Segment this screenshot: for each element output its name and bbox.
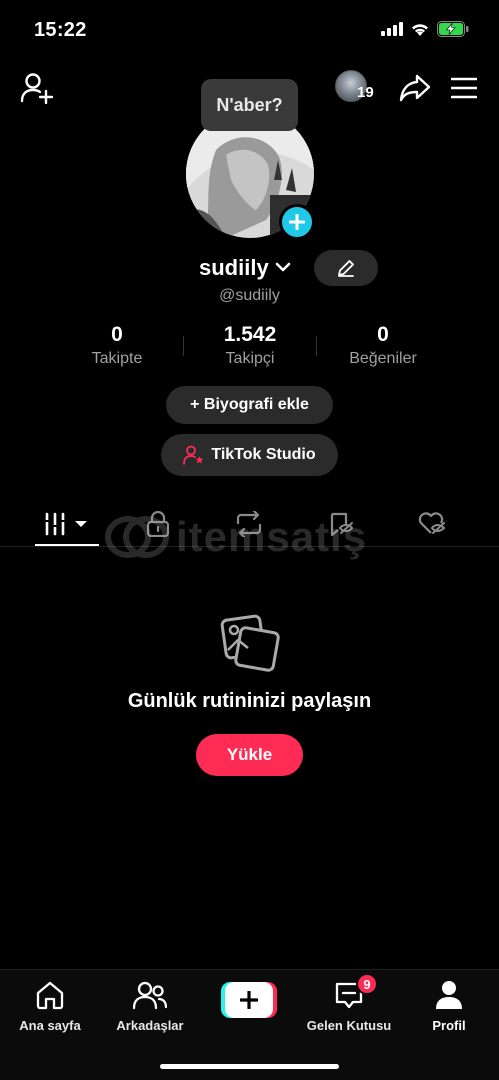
story-count: 19	[357, 84, 374, 101]
create-button[interactable]	[221, 982, 277, 1018]
profile-stats: 0 Takipte 1.542 Takipçi 0 Beğeniler	[0, 322, 499, 372]
status-bubble[interactable]: N'aber?	[201, 79, 298, 131]
add-avatar-button[interactable]	[279, 204, 315, 240]
stat-followers[interactable]: 1.542 Takipçi	[180, 322, 320, 368]
stat-value: 0	[111, 323, 123, 346]
home-indicator	[160, 1064, 339, 1069]
nav-inbox[interactable]: Gelen Kutusu	[299, 978, 399, 1033]
battery-charging-icon	[437, 21, 469, 37]
chevron-down-icon[interactable]	[275, 260, 291, 274]
heart-hidden-icon	[418, 512, 446, 534]
add-bio-button[interactable]: + Biyografi ekle	[166, 386, 333, 424]
status-bar: 15:22	[0, 0, 499, 60]
edit-profile-button[interactable]	[314, 250, 378, 286]
top-right-actions: 19	[335, 70, 477, 106]
empty-state-title: Günlük rutininizi paylaşın	[127, 690, 372, 712]
nav-home-label: Ana sayfa	[19, 1018, 81, 1033]
plus-icon	[289, 214, 305, 230]
profile-icon	[436, 981, 462, 1009]
stat-label: Takipçi	[225, 350, 275, 367]
add-bio-label: + Biyografi ekle	[190, 396, 309, 413]
home-icon	[36, 981, 64, 1010]
inbox-badge: 9	[356, 973, 378, 995]
create-icon	[240, 991, 258, 1009]
watermark-text: itemsatış	[176, 513, 368, 560]
nav-inbox-label: Gelen Kutusu	[306, 1018, 392, 1033]
username[interactable]: sudiily	[199, 255, 269, 281]
signal-icon	[381, 22, 403, 36]
share-icon[interactable]	[399, 74, 431, 102]
nav-friends-label: Arkadaşlar	[116, 1018, 184, 1033]
watermark: itemsatış	[104, 512, 367, 562]
upload-button[interactable]: Yükle	[196, 734, 303, 776]
stat-value: 0	[377, 323, 389, 346]
stat-likes[interactable]: 0 Beğeniler	[313, 322, 453, 368]
tab-videos[interactable]	[36, 506, 96, 542]
tiktok-studio-label: TikTok Studio	[211, 446, 316, 463]
watermark-logo-icon	[105, 516, 169, 558]
pencil-icon	[338, 260, 354, 277]
stat-label: Beğeniler	[349, 350, 417, 367]
tab-liked[interactable]	[402, 506, 462, 542]
studio-person-star-icon	[183, 445, 204, 465]
grid-columns-icon	[43, 512, 87, 536]
menu-icon[interactable]	[451, 77, 477, 99]
wifi-icon	[412, 23, 428, 36]
nav-profile-label: Profil	[432, 1018, 466, 1033]
stat-value: 1.542	[223, 323, 277, 346]
story-avatar-button[interactable]: 19	[335, 70, 379, 106]
tiktok-studio-button[interactable]: TikTok Studio	[161, 434, 338, 476]
nav-home[interactable]: Ana sayfa	[0, 978, 100, 1033]
nav-profile[interactable]: Profil	[399, 978, 499, 1033]
stat-label: Takipte	[91, 350, 143, 367]
profile-handle: @sudiily	[219, 287, 280, 304]
stat-following[interactable]: 0 Takipte	[47, 322, 187, 368]
name-row: sudiily	[0, 250, 499, 286]
friends-icon	[133, 981, 167, 1010]
status-icons	[381, 21, 469, 37]
add-friend-icon[interactable]	[20, 72, 54, 104]
status-time: 15:22	[34, 19, 87, 41]
photos-icon	[220, 614, 280, 672]
nav-friends[interactable]: Arkadaşlar	[100, 978, 200, 1033]
